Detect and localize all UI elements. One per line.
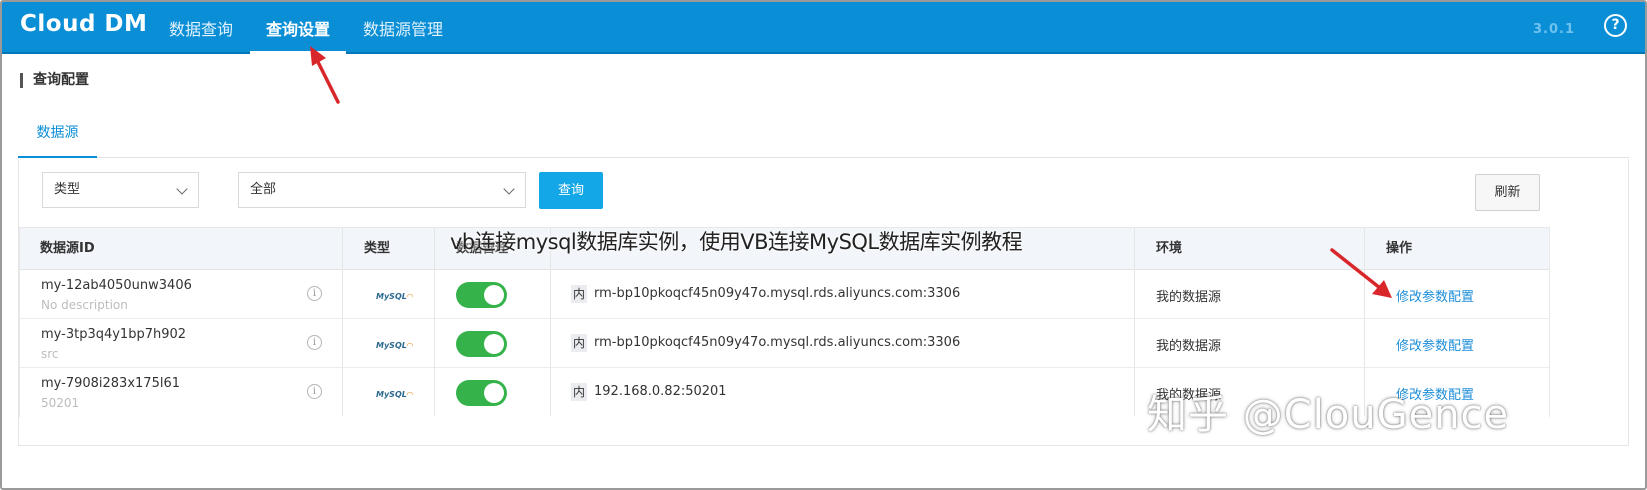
datasource-id: my-3tp3q4y1bp7h902 xyxy=(41,327,187,342)
datasource-description: No description xyxy=(41,298,128,312)
column-divider xyxy=(550,228,551,416)
internal-network-badge: 内 xyxy=(571,334,587,352)
internal-network-badge: 内 xyxy=(571,383,587,401)
datasource-environment: 我的数据源 xyxy=(1156,290,1222,305)
info-icon[interactable]: i xyxy=(307,384,322,399)
datasource-description: src xyxy=(41,347,59,361)
header-datasource-id: 数据源ID xyxy=(40,241,95,256)
chevron-down-icon xyxy=(176,183,188,195)
header-environment: 环境 xyxy=(1156,241,1183,256)
column-divider xyxy=(342,228,343,416)
datasource-address: rm-bp10pkoqcf45n09y47o.mysql.rds.aliyunc… xyxy=(594,335,961,350)
edit-params-link[interactable]: 修改参数配置 xyxy=(1396,335,1474,354)
data-management-toggle[interactable] xyxy=(456,380,507,406)
type-select[interactable]: 类型 xyxy=(42,172,199,208)
zhihu-watermark: 知乎 @ClouGence xyxy=(1147,392,1510,438)
datasource-address: rm-bp10pkoqcf45n09y47o.mysql.rds.aliyunc… xyxy=(594,286,961,301)
datasource-id: my-7908i283x175l61 xyxy=(41,376,180,391)
header-actions: 操作 xyxy=(1386,241,1413,256)
help-icon[interactable]: ? xyxy=(1604,14,1627,37)
edit-params-link[interactable]: 修改参数配置 xyxy=(1396,286,1474,305)
header-type: 类型 xyxy=(364,241,391,256)
data-management-toggle[interactable] xyxy=(456,282,507,308)
nav-datasource-management[interactable]: 数据源管理 xyxy=(363,16,443,54)
refresh-button[interactable]: 刷新 xyxy=(1475,174,1540,211)
overlay-caption: vb连接mysql数据库实例，使用VB连接MySQL数据库实例教程 xyxy=(450,230,1023,254)
chevron-down-icon xyxy=(503,183,515,195)
datasource-address: 192.168.0.82:50201 xyxy=(594,384,727,399)
table-row: my-3tp3q4y1bp7h902 src i MySQL◠ 内 rm-bp1… xyxy=(20,319,1549,368)
nav-query-settings[interactable]: 查询设置 xyxy=(250,16,346,54)
app-window: Cloud DM 数据查询 查询设置 数据源管理 3.0.1 ? 查询配置 数据… xyxy=(0,0,1647,490)
top-navigation-bar: Cloud DM 数据查询 查询设置 数据源管理 3.0.1 ? xyxy=(2,2,1645,54)
mysql-logo-icon: MySQL◠ xyxy=(376,292,413,301)
mysql-logo-icon: MySQL◠ xyxy=(376,341,413,350)
scope-select[interactable]: 全部 xyxy=(238,172,526,208)
type-select-value: 类型 xyxy=(54,182,81,197)
tab-datasource[interactable]: 数据源 xyxy=(18,118,97,158)
info-icon[interactable]: i xyxy=(307,335,322,350)
nav-data-query[interactable]: 数据查询 xyxy=(169,16,233,54)
toggle-knob xyxy=(484,285,504,305)
internal-network-badge: 内 xyxy=(571,285,587,303)
mysql-logo-icon: MySQL◠ xyxy=(376,390,413,399)
query-button[interactable]: 查询 xyxy=(539,172,603,209)
version-label: 3.0.1 xyxy=(1532,22,1575,37)
column-divider xyxy=(434,228,435,416)
toggle-knob xyxy=(484,383,504,403)
table-row: my-12ab4050unw3406 No description i MySQ… xyxy=(20,270,1549,319)
page-title: 查询配置 xyxy=(20,73,89,88)
datasource-environment: 我的数据源 xyxy=(1156,339,1222,354)
info-icon[interactable]: i xyxy=(307,286,322,301)
data-management-toggle[interactable] xyxy=(456,331,507,357)
cloud-dm-logo[interactable]: Cloud DM xyxy=(20,11,147,37)
column-divider xyxy=(1134,228,1135,416)
scope-select-value: 全部 xyxy=(250,182,277,197)
toggle-knob xyxy=(484,334,504,354)
tab-bar: 数据源 xyxy=(18,118,1629,158)
datasource-description: 50201 xyxy=(41,396,80,410)
datasource-id: my-12ab4050unw3406 xyxy=(41,278,192,293)
